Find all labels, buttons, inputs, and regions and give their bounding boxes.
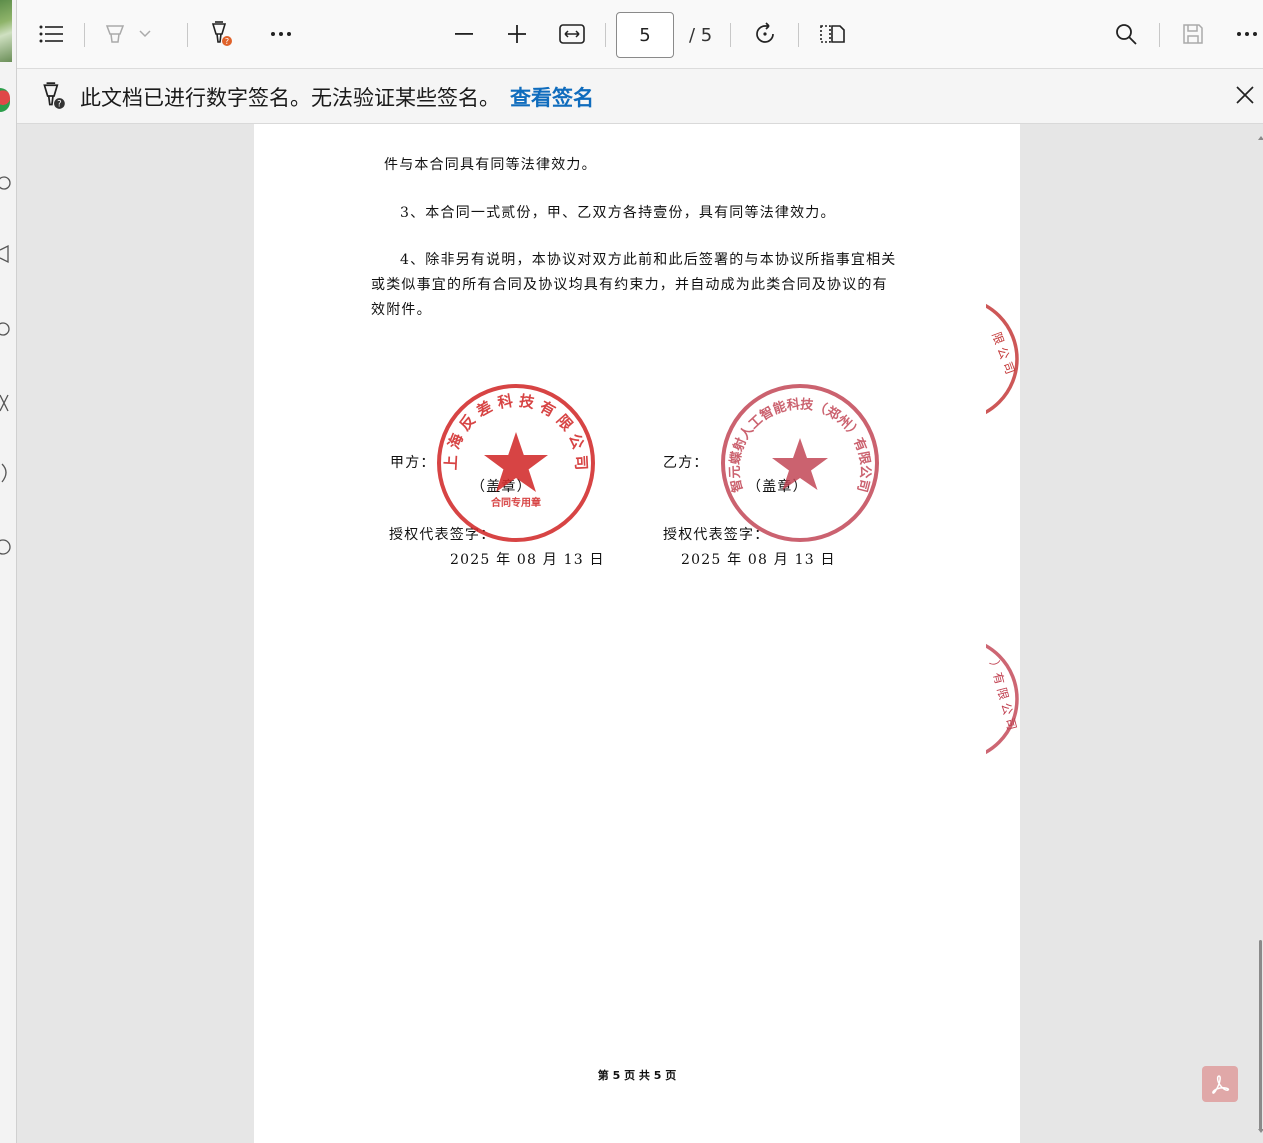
seal-a-subtext: 合同专用章: [490, 496, 541, 509]
party-a-date: 2025 年 08 月 13 日: [450, 552, 605, 568]
highlighter-icon: [105, 25, 125, 43]
party-b-date: 2025 年 08 月 13 日: [681, 552, 836, 568]
contract-clause-4-line: 效附件。: [371, 302, 432, 318]
desktop-glyph-icon: [0, 322, 10, 336]
zoom-in-button[interactable]: [499, 16, 535, 52]
desktop-glyph-icon: [1, 463, 7, 483]
plus-icon: [508, 25, 526, 43]
close-icon: [1236, 86, 1254, 104]
scrollbar-thumb[interactable]: [1259, 940, 1262, 1130]
view-signatures-link[interactable]: 查看签名: [510, 86, 594, 110]
fit-width-icon: [559, 24, 585, 44]
settings-more-button[interactable]: [1229, 16, 1263, 52]
toolbar-separator: [605, 23, 606, 47]
svg-text:?: ?: [225, 37, 229, 46]
signature-warning-icon: ?: [211, 21, 232, 46]
svg-text:?: ?: [57, 100, 62, 110]
contract-clause-4-line: 4、除非另有说明，本协议对双方此前和此后签署的与本协议所指事宜相关: [400, 252, 897, 268]
seal-fragment-text: ）有 限 公 司: [987, 659, 1019, 732]
signature-warning-icon: ?: [43, 82, 65, 110]
desktop-icon-fragment: [0, 88, 10, 112]
contract-clause-4-line: 或类似事宜的所有合同及协议均具有约束力，并自动成为此类合同及协议的有: [371, 277, 888, 293]
signature-info-bar: ? 此文档已进行数字签名。无法验证某些签名。 查看签名: [17, 69, 1263, 124]
signature-status-button[interactable]: ?: [203, 16, 239, 52]
minus-icon: [455, 33, 473, 35]
save-icon: [1183, 24, 1203, 44]
desktop-glyph-icon: [0, 176, 11, 190]
list-icon: [39, 25, 63, 43]
chevron-down-icon: [139, 30, 151, 38]
close-infobar-button[interactable]: [1231, 81, 1259, 109]
toolbar-separator: [730, 23, 731, 47]
desktop-glyph-icon: [0, 394, 9, 412]
page-view-button[interactable]: [814, 16, 850, 52]
seal-fragment-graphic: ）有 限 公 司: [986, 643, 1019, 755]
acrobat-icon: [1212, 1075, 1230, 1094]
scroll-up-arrow-icon[interactable]: [1258, 136, 1263, 140]
save-button[interactable]: [1175, 16, 1211, 52]
toolbar-separator: [798, 23, 799, 47]
signature-message: 此文档已进行数字签名。无法验证某些签名。 查看签名: [80, 82, 594, 112]
contract-clause-3: 3、本合同一式贰份，甲、乙双方各持壹份，具有同等法律效力。: [400, 205, 836, 221]
more-horizontal-icon: [1237, 32, 1257, 36]
search-button[interactable]: [1108, 16, 1144, 52]
more-horizontal-icon: [271, 32, 291, 36]
seal-fragment-graphic: 限 公 司: [986, 303, 1019, 415]
rotate-icon: [756, 22, 774, 43]
open-in-acrobat-button[interactable]: [1202, 1066, 1238, 1102]
desktop-glyph-icon: [0, 539, 11, 555]
party-a-company-seal: 上 海 反 差 科 技 有 限 公 司 合同专用章: [437, 384, 595, 542]
desktop-edge: [0, 0, 17, 1143]
page-footer: 第 5 页 共 5 页: [597, 1069, 677, 1082]
contract-text-line: 件与本合同具有同等法律效力。: [384, 157, 597, 173]
page-edge-seal-fragment: 限 公 司: [986, 294, 1020, 424]
highlight-button[interactable]: [97, 16, 133, 52]
party-b-company-seal: 智元蝶射人工智能科技（郑州）有限公司: [721, 384, 879, 542]
party-a-label: 甲方：: [390, 455, 436, 471]
signature-message-text: 此文档已进行数字签名。无法验证某些签名。: [80, 86, 500, 110]
pdf-toolbar: ? 5 / 5: [17, 0, 1263, 69]
desktop-glyph-icon: [0, 244, 9, 264]
vertical-scrollbar[interactable]: [1257, 124, 1263, 1143]
zoom-out-button[interactable]: [446, 16, 482, 52]
party-b-label: 乙方：: [663, 455, 709, 471]
desktop-wallpaper-fragment: [0, 0, 12, 62]
more-tools-button[interactable]: [263, 16, 299, 52]
page-total-label: / 5: [689, 25, 713, 46]
toolbar-separator: [1159, 23, 1160, 47]
scroll-down-arrow-icon[interactable]: [1258, 1129, 1263, 1133]
rotate-button[interactable]: [747, 16, 783, 52]
page-edge-seal-fragment: ）有 限 公 司: [986, 634, 1020, 764]
toolbar-separator: [187, 23, 188, 47]
page-number-input[interactable]: 5: [616, 12, 674, 58]
two-page-view-icon: [820, 25, 845, 43]
fit-to-width-button[interactable]: [554, 16, 590, 52]
search-icon: [1116, 24, 1137, 45]
highlight-options-dropdown[interactable]: [135, 16, 155, 52]
pdf-page: 件与本合同具有同等法律效力。 3、本合同一式贰份，甲、乙双方各持壹份，具有同等法…: [254, 124, 1020, 1143]
contents-list-button[interactable]: [33, 16, 69, 52]
toolbar-separator: [84, 23, 85, 47]
